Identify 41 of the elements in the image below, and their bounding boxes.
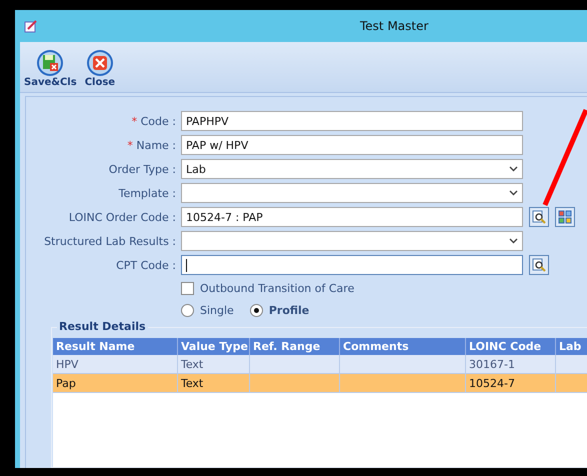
checkbox[interactable] [181,282,194,294]
search-icon [532,210,546,224]
chevron-icon [509,166,518,172]
radio-button[interactable] [250,304,263,316]
app-icon [24,19,38,33]
search-icon [532,258,546,272]
close-button[interactable]: Close [82,49,118,88]
dropdown-field[interactable] [181,231,523,251]
group-title: Result Details [57,320,148,333]
field-label: Structured Lab Results : [43,234,177,248]
radio-button[interactable] [181,304,194,316]
dropdown-field[interactable] [181,183,523,203]
input-field[interactable]: PAPHPV [181,111,523,131]
field-label: LOINC Order Code : [68,210,177,224]
radio-label: Single [200,304,234,316]
chevron-icon [509,238,518,244]
table-cell: 10524-7 [466,374,556,393]
table-cell: Pap [53,374,178,393]
search-button[interactable] [529,255,549,275]
table-row[interactable]: HPV Text 30167-1 [53,355,587,374]
table-row[interactable]: Pap Text 10524-7 [53,374,587,393]
field-label: Template : [118,186,177,200]
grid-icon [558,210,572,224]
save-icon [36,49,64,77]
grid-button[interactable] [555,207,575,227]
field-label: CPT Code : [115,258,177,272]
window-title: Test Master [360,19,428,33]
input-field[interactable]: PAP w/ HPV [181,135,523,155]
field-label: * Name : [126,138,177,152]
field-label: Order Type : [108,162,177,176]
input-field[interactable] [181,255,523,275]
close-icon [86,49,114,77]
chevron-icon [509,190,518,196]
checkbox-label: Outbound Transition of Care [200,282,354,294]
dropdown-field[interactable]: Lab [181,159,523,179]
search-button[interactable] [529,207,549,227]
save-close-button[interactable]: Save&Cls [22,49,79,88]
table-cell: Text [178,374,250,393]
radio-label: Profile [268,304,310,316]
input-field[interactable]: 10524-7 : PAP [181,207,523,227]
field-label: * Code : [130,114,177,128]
